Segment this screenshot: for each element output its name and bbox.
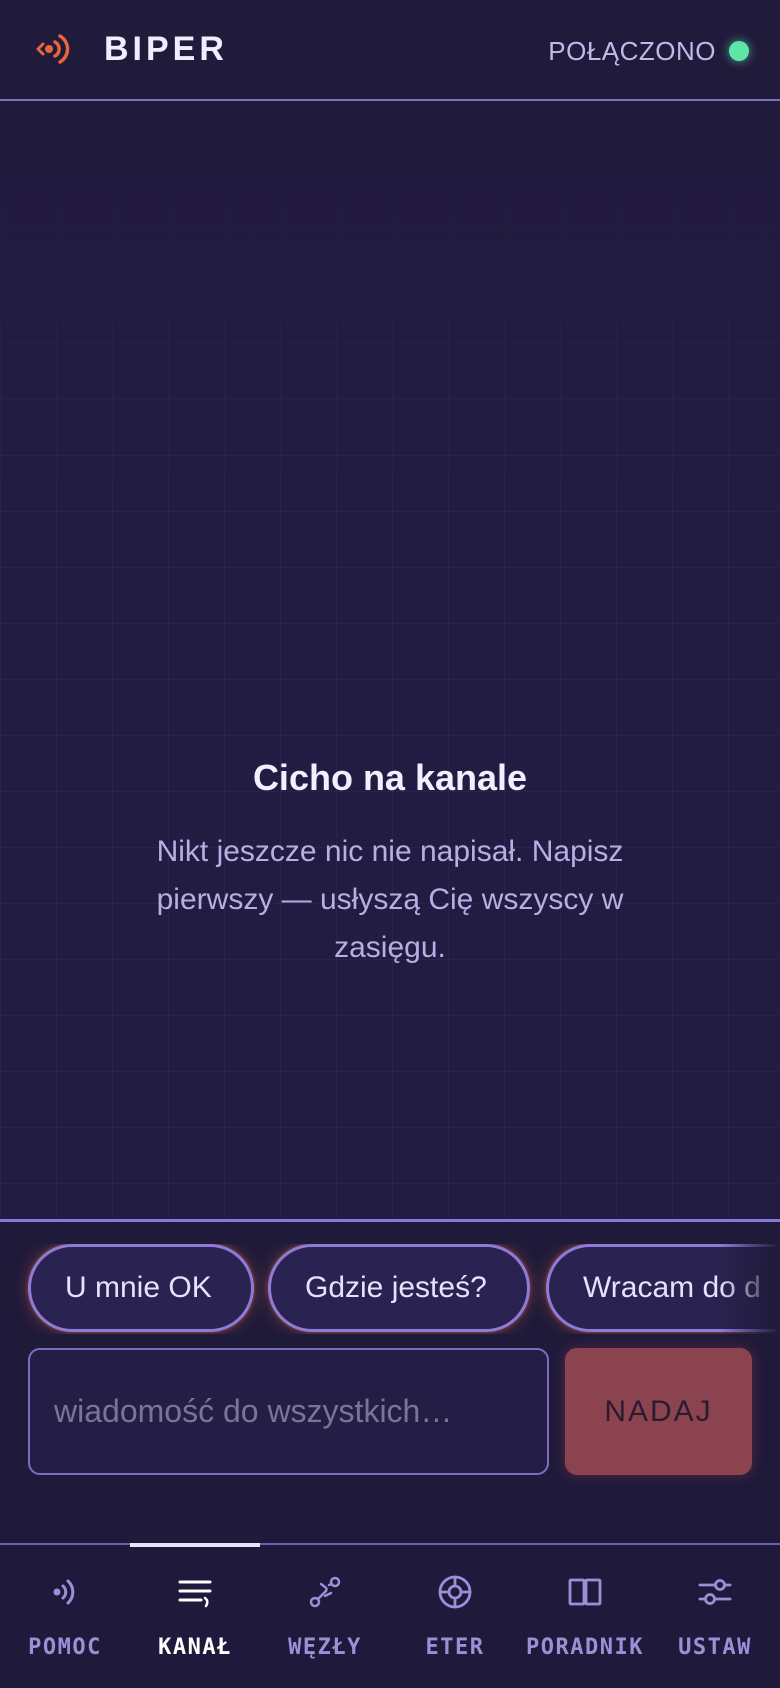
message-composer: U mnie OK Gdzie jesteś? Wracam do d NADA… [0,1219,780,1543]
signal-icon [53,1579,75,1605]
messages-icon [178,1580,212,1608]
nav-item-poradnik[interactable]: PORADNIK [520,1545,650,1688]
nav-label: ETER [425,1635,485,1660]
quick-replies[interactable]: U mnie OK Gdzie jesteś? Wracam do d [0,1244,780,1334]
broadcast-icon [36,34,70,64]
channel-feed[interactable]: Cicho na kanale Nikt jeszcze nic nie nap… [0,101,780,1219]
connection-status-label: POŁĄCZONO [548,36,716,66]
sliders-icon [698,1579,732,1605]
target-icon [438,1575,472,1609]
route-icon [309,1576,341,1608]
empty-state-description: Nikt jeszcze nic nie napisał. Napisz pie… [156,835,624,964]
nav-label: POMOC [28,1635,102,1660]
quick-reply-chip[interactable]: Gdzie jesteś? [268,1244,530,1332]
nav-label: USTAW [678,1635,752,1660]
nav-label: WĘZŁY [288,1635,362,1660]
app-title: BIPER [104,30,228,68]
nav-label: PORADNIK [526,1635,644,1660]
app-header: BIPER POŁĄCZONO [0,0,780,101]
send-button[interactable]: NADAJ [565,1348,752,1475]
book-icon [568,1578,602,1606]
nav-item-pomoc[interactable]: POMOC [0,1545,130,1688]
nav-label: KANAŁ [158,1635,232,1660]
nav-item-eter[interactable]: ETER [390,1545,520,1688]
nav-item-wezly[interactable]: WĘZŁY [260,1545,390,1688]
nav-item-kanal[interactable]: KANAŁ [130,1545,260,1688]
connection-status-dot [729,41,749,61]
bottom-nav: POMOC KANAŁ WĘZŁY ETER PORADNIK USTAW [0,1543,780,1688]
nav-item-ustaw[interactable]: USTAW [650,1545,780,1688]
chips-scroll-fade [720,1244,780,1334]
empty-state-title: Cicho na kanale [252,757,528,798]
quick-reply-chip[interactable]: U mnie OK [28,1244,254,1332]
message-input[interactable] [28,1348,549,1475]
